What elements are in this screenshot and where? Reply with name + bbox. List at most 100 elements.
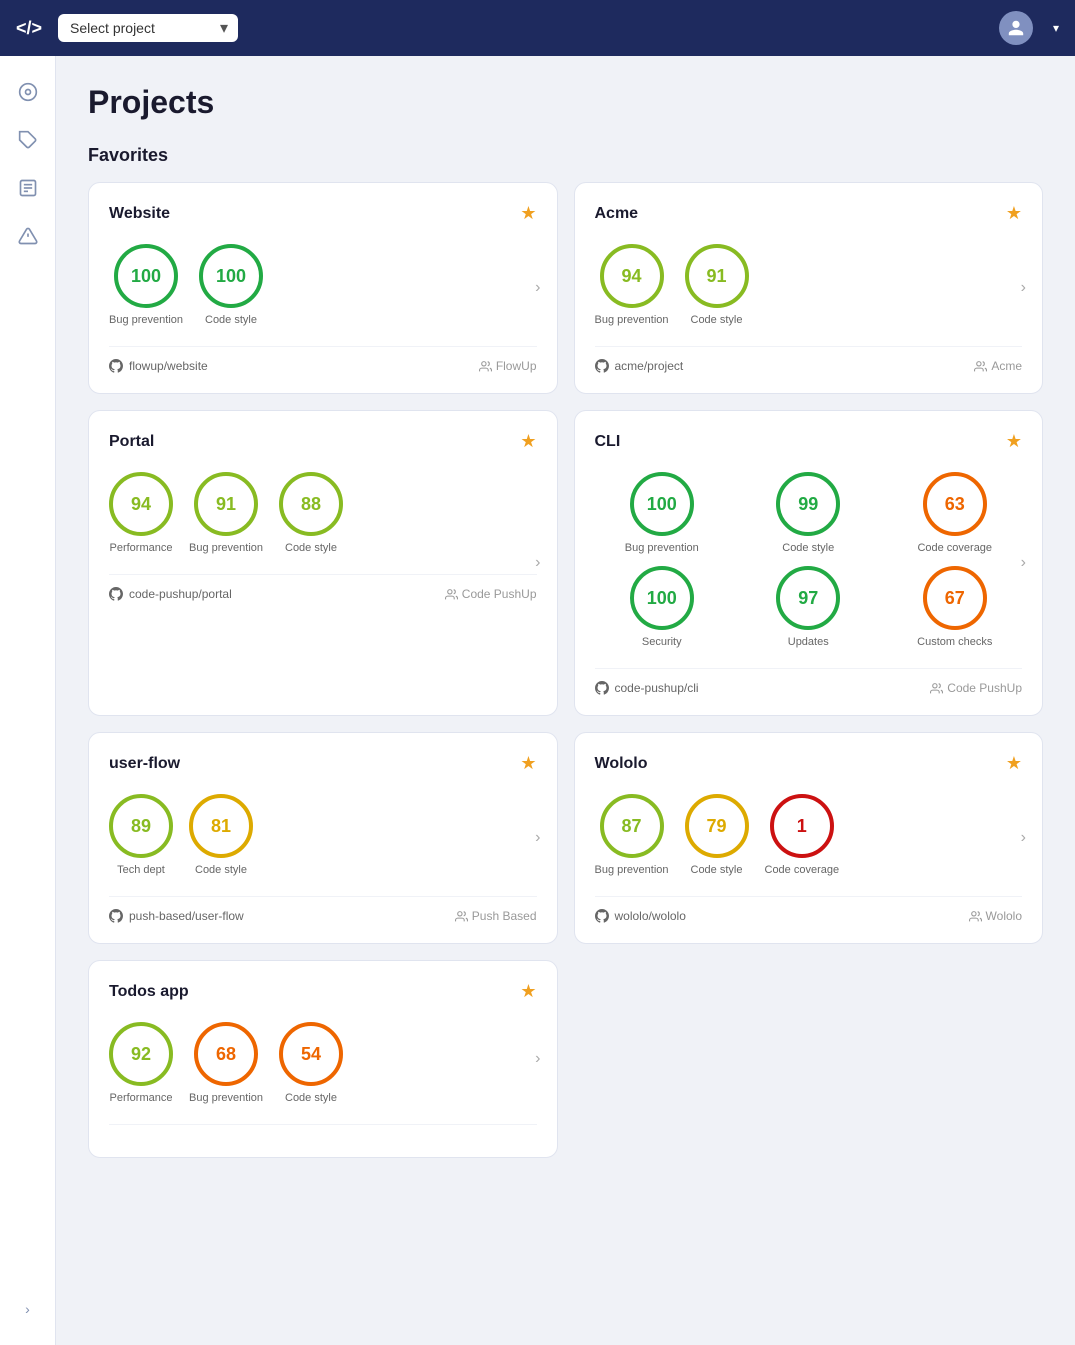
card-footer-cli: code-pushup/cli Code PushUp <box>595 668 1023 695</box>
metrics-cli: 100 Bug prevention 99 Code style 63 Code… <box>595 472 1023 648</box>
metrics-website: 100 Bug prevention 100 Code style <box>109 244 537 326</box>
metric-label-bug: Bug prevention <box>109 314 183 326</box>
score-userflow-89: 89 <box>109 794 173 858</box>
project-selector[interactable]: Select project <box>58 14 238 42</box>
metric-label-acme-code: Code style <box>691 314 743 326</box>
repo-website: flowup/website <box>109 359 208 373</box>
org-icon-portal <box>445 588 458 601</box>
star-icon-wololo[interactable]: ★ <box>1006 753 1022 774</box>
card-header-acme: Acme ★ <box>595 203 1023 224</box>
metric-cli-code: 99 Code style <box>741 472 876 554</box>
org-acme: Acme <box>974 359 1022 373</box>
metric-label-portal-code: Code style <box>285 542 337 554</box>
logo: </> <box>16 18 42 39</box>
main-content: Projects Favorites Website ★ 100 Bug pre… <box>56 56 1075 1345</box>
user-chevron[interactable]: ▾ <box>1053 21 1059 35</box>
org-userflow: Push Based <box>455 909 537 923</box>
star-icon-website[interactable]: ★ <box>520 203 536 224</box>
metric-acme-code: 91 Code style <box>685 244 749 326</box>
projects-row-2: Portal ★ 94 Performance 91 Bug preventio… <box>88 410 1043 716</box>
projects-row-4: Todos app ★ 92 Performance 68 Bug preven… <box>88 960 1043 1158</box>
metric-label-wololo-coverage: Code coverage <box>765 864 840 876</box>
score-wololo-79: 79 <box>685 794 749 858</box>
metrics-acme: 94 Bug prevention 91 Code style <box>595 244 1023 326</box>
star-icon-acme[interactable]: ★ <box>1006 203 1022 224</box>
score-portal-94: 94 <box>109 472 173 536</box>
metric-label-portal-perf: Performance <box>110 542 173 554</box>
metrics-todos: 92 Performance 68 Bug prevention 54 Code… <box>109 1022 537 1104</box>
org-icon-acme <box>974 360 987 373</box>
metric-todos-code: 54 Code style <box>279 1022 343 1104</box>
repo-wololo: wololo/wololo <box>595 909 686 923</box>
project-card-website[interactable]: Website ★ 100 Bug prevention 100 Code st… <box>88 182 558 394</box>
score-100-code: 100 <box>199 244 263 308</box>
metric-label-wololo-bug: Bug prevention <box>595 864 669 876</box>
metric-todos-bug: 68 Bug prevention <box>189 1022 263 1104</box>
sidebar-expand-button[interactable]: › <box>8 1289 48 1329</box>
metric-label-portal-bug: Bug prevention <box>189 542 263 554</box>
score-todos-54: 54 <box>279 1022 343 1086</box>
metric-label-cli-updates: Updates <box>788 636 829 648</box>
score-cli-99: 99 <box>776 472 840 536</box>
metric-userflow-code: 81 Code style <box>189 794 253 876</box>
star-icon-todos[interactable]: ★ <box>520 981 536 1002</box>
org-cli: Code PushUp <box>930 681 1022 695</box>
metric-label-cli-code: Code style <box>782 542 834 554</box>
metric-wololo-coverage: 1 Code coverage <box>765 794 840 876</box>
metric-cli-bug: 100 Bug prevention <box>595 472 730 554</box>
metric-todos-perf: 92 Performance <box>109 1022 173 1104</box>
star-icon-portal[interactable]: ★ <box>520 431 536 452</box>
metric-portal-perf: 94 Performance <box>109 472 173 554</box>
org-icon-wololo <box>969 910 982 923</box>
project-card-todos[interactable]: Todos app ★ 92 Performance 68 Bug preven… <box>88 960 558 1158</box>
star-icon-userflow[interactable]: ★ <box>520 753 536 774</box>
repo-portal: code-pushup/portal <box>109 587 232 601</box>
metric-cli-security: 100 Security <box>595 566 730 648</box>
metric-bug-prevention: 100 Bug prevention <box>109 244 183 326</box>
layout: › Projects Favorites Website ★ 100 Bug p… <box>0 56 1075 1345</box>
card-title-todos: Todos app <box>109 983 189 1001</box>
topnav: </> Select project ▾ <box>0 0 1075 56</box>
project-card-userflow[interactable]: user-flow ★ 89 Tech dept 81 Code style › <box>88 732 558 944</box>
org-website: FlowUp <box>479 359 537 373</box>
empty-slot <box>574 960 1044 1158</box>
score-cli-63: 63 <box>923 472 987 536</box>
metric-wololo-bug: 87 Bug prevention <box>595 794 669 876</box>
metric-cli-updates: 97 Updates <box>741 566 876 648</box>
org-wololo: Wololo <box>969 909 1022 923</box>
project-card-cli[interactable]: CLI ★ 100 Bug prevention 99 Code style 6… <box>574 410 1044 716</box>
project-card-portal[interactable]: Portal ★ 94 Performance 91 Bug preventio… <box>88 410 558 716</box>
score-userflow-81: 81 <box>189 794 253 858</box>
metric-wololo-code: 79 Code style <box>685 794 749 876</box>
alert-icon[interactable] <box>8 216 48 256</box>
card-title-wololo: Wololo <box>595 755 648 773</box>
metric-cli-custom: 67 Custom checks <box>888 566 1023 648</box>
card-chevron-todos: › <box>535 1050 540 1068</box>
metric-cli-coverage: 63 Code coverage <box>888 472 1023 554</box>
card-title-acme: Acme <box>595 205 639 223</box>
card-chevron-wololo: › <box>1021 829 1026 847</box>
metric-label-todos-perf: Performance <box>110 1092 173 1104</box>
card-title-website: Website <box>109 205 170 223</box>
report-icon[interactable] <box>8 168 48 208</box>
metric-code-style: 100 Code style <box>199 244 263 326</box>
github-icon-cli <box>595 681 609 695</box>
metric-label-todos-code: Code style <box>285 1092 337 1104</box>
project-card-acme[interactable]: Acme ★ 94 Bug prevention 91 Code style › <box>574 182 1044 394</box>
favorites-title: Favorites <box>88 145 1043 166</box>
metric-label-cli-custom: Custom checks <box>917 636 992 648</box>
dashboard-icon[interactable] <box>8 72 48 112</box>
project-card-wololo[interactable]: Wololo ★ 87 Bug prevention 79 Code style… <box>574 732 1044 944</box>
user-avatar[interactable] <box>999 11 1033 45</box>
project-selector-wrap: Select project <box>58 14 238 42</box>
metric-label-wololo-code: Code style <box>691 864 743 876</box>
star-icon-cli[interactable]: ★ <box>1006 431 1022 452</box>
card-chevron-userflow: › <box>535 829 540 847</box>
projects-row-3: user-flow ★ 89 Tech dept 81 Code style › <box>88 732 1043 944</box>
tag-icon[interactable] <box>8 120 48 160</box>
metric-label-cli-security: Security <box>642 636 682 648</box>
card-title-userflow: user-flow <box>109 755 180 773</box>
repo-acme: acme/project <box>595 359 684 373</box>
score-cli-100-sec: 100 <box>630 566 694 630</box>
score-91-code: 91 <box>685 244 749 308</box>
